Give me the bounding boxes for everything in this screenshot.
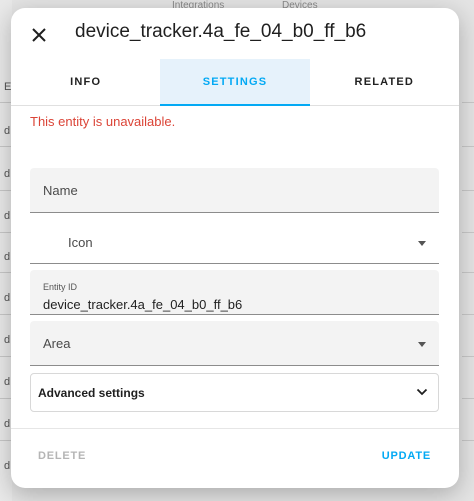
chevron-down-icon xyxy=(418,342,426,347)
background-row-letter: d xyxy=(4,210,11,222)
tab-related[interactable]: RELATED xyxy=(310,59,459,105)
icon-picker[interactable]: Icon xyxy=(30,220,439,264)
background-row-letter: d xyxy=(4,125,11,137)
background-row-letter: d xyxy=(4,168,11,180)
area-select[interactable]: Area xyxy=(30,321,439,366)
tab-info[interactable]: INFO xyxy=(11,59,160,105)
unavailable-message: This entity is unavailable. xyxy=(30,114,176,129)
background-row-divider xyxy=(462,314,474,315)
area-select-label: Area xyxy=(43,336,71,351)
entity-id-field[interactable]: Entity ID device_tracker.4a_fe_04_b0_ff_… xyxy=(30,270,439,315)
background-row-divider xyxy=(462,146,474,147)
background-row-letter: d xyxy=(4,334,11,346)
background-row-divider xyxy=(462,440,474,441)
entity-settings-dialog: device_tracker.4a_fe_04_b0_ff_b6 INFO SE… xyxy=(11,8,459,488)
chevron-down-icon xyxy=(418,241,426,246)
chevron-down-icon xyxy=(416,388,428,396)
dialog-title: device_tracker.4a_fe_04_b0_ff_b6 xyxy=(75,21,367,42)
background-row-letter: d xyxy=(4,251,11,263)
close-button[interactable] xyxy=(25,21,53,49)
tab-bar: INFO SETTINGS RELATED xyxy=(11,59,459,106)
name-field[interactable]: Name xyxy=(30,168,439,213)
background-row-letter: d xyxy=(4,418,11,430)
close-icon xyxy=(32,28,46,42)
background-row-divider xyxy=(462,272,474,273)
name-field-label: Name xyxy=(43,183,78,198)
footer-divider xyxy=(11,428,459,429)
dialog-header: device_tracker.4a_fe_04_b0_ff_b6 xyxy=(11,8,459,60)
delete-button[interactable]: DELETE xyxy=(38,450,86,462)
background-row-divider xyxy=(462,190,474,191)
update-button[interactable]: UPDATE xyxy=(382,450,431,462)
background-row-letter: d xyxy=(4,376,11,388)
advanced-settings-expander[interactable]: Advanced settings xyxy=(30,373,439,412)
advanced-settings-label: Advanced settings xyxy=(38,386,145,400)
entity-id-value: device_tracker.4a_fe_04_b0_ff_b6 xyxy=(43,297,243,312)
background-row-divider xyxy=(462,102,474,103)
background-row-letter: d xyxy=(4,460,11,472)
background-row-letter: d xyxy=(4,292,11,304)
background-row-divider xyxy=(462,232,474,233)
background-row-divider xyxy=(462,398,474,399)
entity-id-label: Entity ID xyxy=(43,282,78,292)
icon-picker-label: Icon xyxy=(68,235,93,250)
background-row-divider xyxy=(462,356,474,357)
tab-settings[interactable]: SETTINGS xyxy=(160,59,310,106)
